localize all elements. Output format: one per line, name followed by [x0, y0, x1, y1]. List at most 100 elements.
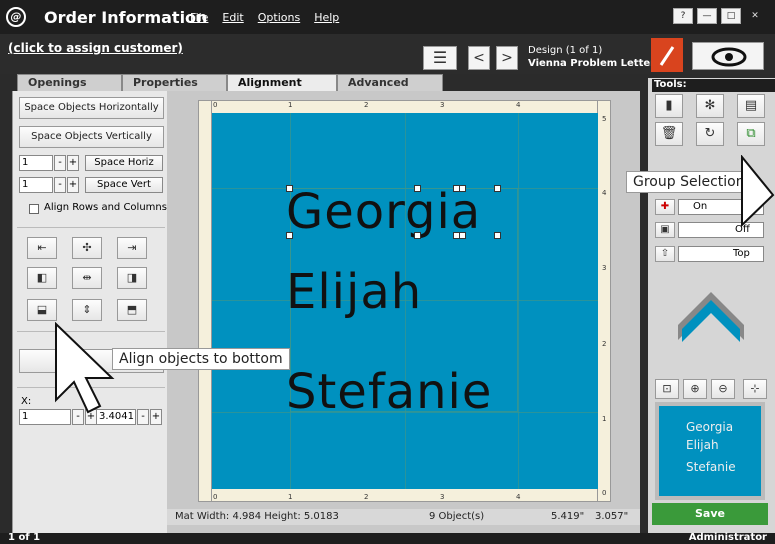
zoom-select-icon[interactable]: ⊹ [743, 379, 767, 399]
current-user: Administrator [688, 532, 767, 543]
trash-icon[interactable]: 🗑 [655, 122, 683, 146]
tab-advanced[interactable]: Advanced [337, 74, 443, 91]
tab-openings[interactable]: Openings [17, 74, 122, 91]
space-vert-input[interactable]: 1 [19, 177, 53, 193]
object-count: 9 Object(s) [429, 511, 485, 522]
space-vertically-button[interactable]: Space Objects Vertically [19, 126, 164, 148]
space-vert-decrement[interactable]: - [54, 177, 66, 193]
crosshair-icon[interactable]: ✚ [655, 199, 675, 215]
chevron-up-icon[interactable] [676, 290, 746, 344]
prev-design-button[interactable]: < [468, 46, 490, 70]
help-icon[interactable]: ? [673, 8, 693, 24]
preview-line: Elijah [686, 438, 719, 452]
space-vert-increment[interactable]: + [67, 177, 79, 193]
tab-properties[interactable]: Properties [122, 74, 227, 91]
align-center-icon[interactable]: ✣ [72, 237, 102, 259]
selection-handle[interactable] [414, 232, 421, 239]
align-right-edges-icon[interactable]: ⇥ [117, 237, 147, 259]
cursor-x: 5.419" [551, 511, 585, 522]
layer-up-icon[interactable]: ⇧ [655, 246, 675, 262]
align-horizontal-center-icon[interactable]: ⇹ [72, 267, 102, 289]
save-button[interactable]: Save [652, 503, 768, 525]
menu-help[interactable]: Help [314, 11, 339, 24]
design-preview-thumbnail[interactable]: Georgia Elijah Stefanie [655, 402, 765, 500]
wand-button[interactable] [651, 38, 683, 74]
space-vert-button[interactable]: Space Vert [85, 177, 163, 193]
layer-toggle[interactable]: Top [678, 246, 764, 262]
ruler-tick: 2 [364, 101, 369, 109]
design-counter: Design (1 of 1) [528, 45, 603, 56]
align-top-icon[interactable]: ⬒ [117, 299, 147, 321]
wand-icon [659, 46, 675, 74]
toggle-on-label: On [693, 201, 708, 212]
align-left-edges-icon[interactable]: ⇤ [27, 237, 57, 259]
selection-handle[interactable] [286, 185, 293, 192]
selection-handle[interactable] [494, 185, 501, 192]
y-decrement[interactable]: - [137, 409, 149, 425]
selection-handle[interactable] [459, 185, 466, 192]
ruler-tick: 3 [602, 264, 607, 272]
ruler-right: 5 4 3 2 1 0 [597, 100, 611, 502]
space-horiz-input[interactable]: 1 [19, 155, 53, 171]
selection-handle[interactable] [286, 232, 293, 239]
next-design-button[interactable]: > [496, 46, 518, 70]
ruler-bottom: 0 1 2 3 4 [198, 488, 611, 502]
tools-label: Tools: [652, 79, 775, 92]
toggle-top-label: Top [733, 248, 750, 259]
ruler-tick: 5 [602, 115, 607, 123]
preview-eye-button[interactable] [692, 42, 764, 70]
align-rows-checkbox[interactable] [29, 204, 39, 214]
design-text-georgia[interactable]: Georgia [286, 184, 481, 240]
space-horizontally-button[interactable]: Space Objects Horizontally [19, 97, 164, 119]
align-right-icon[interactable]: ◨ [117, 267, 147, 289]
space-horiz-decrement[interactable]: - [54, 155, 66, 171]
guide-line [518, 113, 519, 489]
menu-file[interactable]: File [190, 11, 208, 24]
align-left-icon[interactable]: ◧ [27, 267, 57, 289]
cursor-y: 3.057" [595, 511, 629, 522]
close-icon[interactable]: ✕ [745, 8, 765, 24]
x-label: X: [21, 396, 32, 407]
assign-customer-link[interactable]: (click to assign customer) [8, 41, 183, 55]
ruler-tick: 1 [288, 493, 293, 501]
ruler-tick: 2 [364, 493, 369, 501]
bottle-tool-icon[interactable]: ▮ [655, 94, 683, 118]
ruler-tick: 3 [440, 101, 445, 109]
group-selection-icon[interactable]: ⧉ [737, 122, 765, 146]
zoom-fit-icon[interactable]: ⊡ [655, 379, 679, 399]
preview-line: Georgia [686, 420, 734, 434]
selection-handle[interactable] [459, 232, 466, 239]
window-title: Order Information [44, 8, 208, 27]
zoom-out-icon[interactable]: ⊖ [711, 379, 735, 399]
rotate-icon[interactable]: ↻ [696, 122, 724, 146]
menu-bar: File Edit Options Help [190, 11, 339, 24]
ruler-tick: 0 [213, 101, 218, 109]
menu-edit[interactable]: Edit [222, 11, 243, 24]
gear-tool-icon[interactable]: ✻ [696, 94, 724, 118]
frame-icon[interactable]: ▣ [655, 222, 675, 238]
selection-handle[interactable] [414, 185, 421, 192]
selection-handle[interactable] [494, 232, 501, 239]
minimize-icon[interactable]: — [697, 8, 717, 24]
ruler-tool-icon[interactable]: ▤ [737, 94, 765, 118]
ruler-tick: 4 [602, 189, 607, 197]
footer-bar: 1 of 1 Administrator [0, 532, 775, 544]
space-horiz-increment[interactable]: + [67, 155, 79, 171]
design-text-stefanie[interactable]: Stefanie [286, 364, 492, 420]
space-horiz-button[interactable]: Space Horiz [85, 155, 163, 171]
ruler-tick: 1 [288, 101, 293, 109]
align-vertical-center-icon[interactable]: ⇕ [72, 299, 102, 321]
hamburger-menu-icon[interactable]: ☰ [423, 46, 457, 70]
divider [17, 227, 165, 228]
menu-options[interactable]: Options [258, 11, 300, 24]
ruler-top: 0 1 2 3 4 [198, 100, 611, 114]
y-increment[interactable]: + [150, 409, 162, 425]
maximize-icon[interactable]: □ [721, 8, 741, 24]
align-bottom-tooltip: Align objects to bottom [112, 348, 290, 370]
design-text-elijah[interactable]: Elijah [286, 264, 422, 320]
preview-line: Stefanie [686, 460, 736, 474]
zoom-in-icon[interactable]: ⊕ [683, 379, 707, 399]
align-bottom-icon[interactable]: ⬓ [27, 299, 57, 321]
tab-alignment[interactable]: Alignment [227, 74, 337, 91]
app-logo-icon: @ [6, 7, 26, 27]
